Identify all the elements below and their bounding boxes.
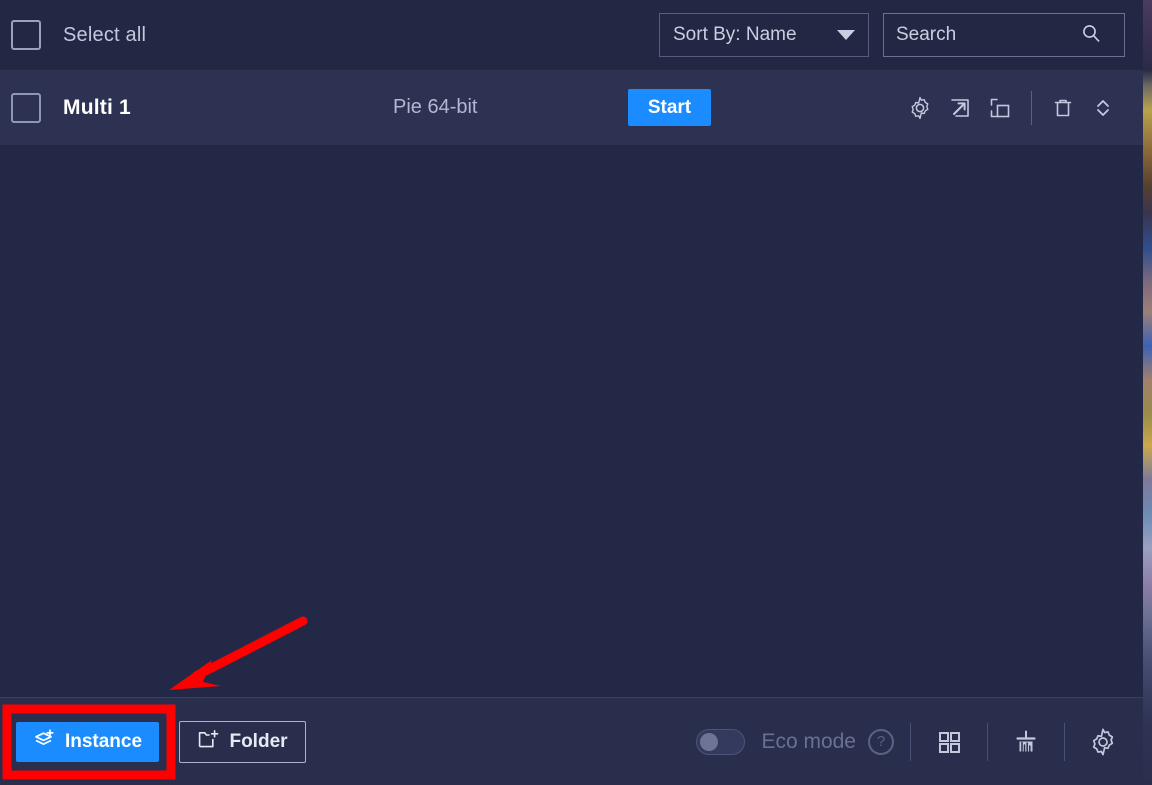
instance-os-label: Pie 64-bit <box>393 96 478 118</box>
search-input[interactable] <box>896 24 1081 46</box>
eco-mode-label: Eco mode <box>761 729 856 753</box>
select-all-checkbox[interactable] <box>11 20 41 50</box>
desktop-wallpaper-strip <box>1143 0 1152 785</box>
chevron-down-icon <box>837 30 855 40</box>
start-button[interactable]: Start <box>628 89 711 126</box>
footer-divider-3 <box>1064 722 1065 761</box>
action-divider <box>1031 90 1032 125</box>
app-window: Select all Sort By: Name Search Multi 1 … <box>0 0 1152 785</box>
broom-cleanup-icon[interactable] <box>1004 720 1048 764</box>
eco-mode-toggle-knob <box>700 732 719 751</box>
select-all-label: Select all <box>63 23 147 46</box>
instance-name: Multi 1 <box>63 95 131 119</box>
instance-checkbox[interactable] <box>11 92 41 123</box>
trash-icon[interactable] <box>1043 88 1083 128</box>
search-field[interactable] <box>883 13 1125 57</box>
add-instance-button[interactable]: Instance <box>16 721 159 762</box>
open-shortcut-arrow-icon[interactable] <box>940 88 980 128</box>
clone-copy-icon[interactable] <box>980 88 1020 128</box>
footer-controls: Eco mode ? <box>696 720 1143 764</box>
question-mark-icon[interactable]: ? <box>868 728 894 755</box>
gear-icon[interactable] <box>900 88 940 128</box>
chevron-up-down-icon[interactable] <box>1083 88 1123 128</box>
multi-instance-manager-window: Select all Sort By: Name Search Multi 1 … <box>0 0 1143 785</box>
instance-list-empty-area <box>0 146 1143 697</box>
footer-bar: Instance Folder Eco mode ? <box>0 697 1143 785</box>
add-folder-button[interactable]: Folder <box>179 720 306 763</box>
stack-plus-icon <box>33 728 55 756</box>
footer-divider-1 <box>910 722 911 761</box>
footer-divider-2 <box>987 722 988 761</box>
gear-icon[interactable] <box>1081 720 1125 764</box>
sort-by-label: Sort By: Name <box>673 24 797 45</box>
instance-row[interactable]: Multi 1 Pie 64-bit Start <box>0 70 1143 146</box>
grid-view-icon[interactable] <box>927 720 971 764</box>
eco-mode-toggle[interactable] <box>696 728 746 755</box>
search-icon <box>1081 23 1101 48</box>
folder-plus-icon <box>197 728 219 756</box>
instance-action-icons <box>900 88 1143 128</box>
toolbar-header: Select all Sort By: Name <box>0 0 1143 70</box>
header-controls: Sort By: Name <box>659 13 1143 57</box>
add-folder-label: Folder <box>229 730 288 752</box>
sort-by-dropdown[interactable]: Sort By: Name <box>659 13 869 57</box>
add-instance-label: Instance <box>64 730 143 752</box>
